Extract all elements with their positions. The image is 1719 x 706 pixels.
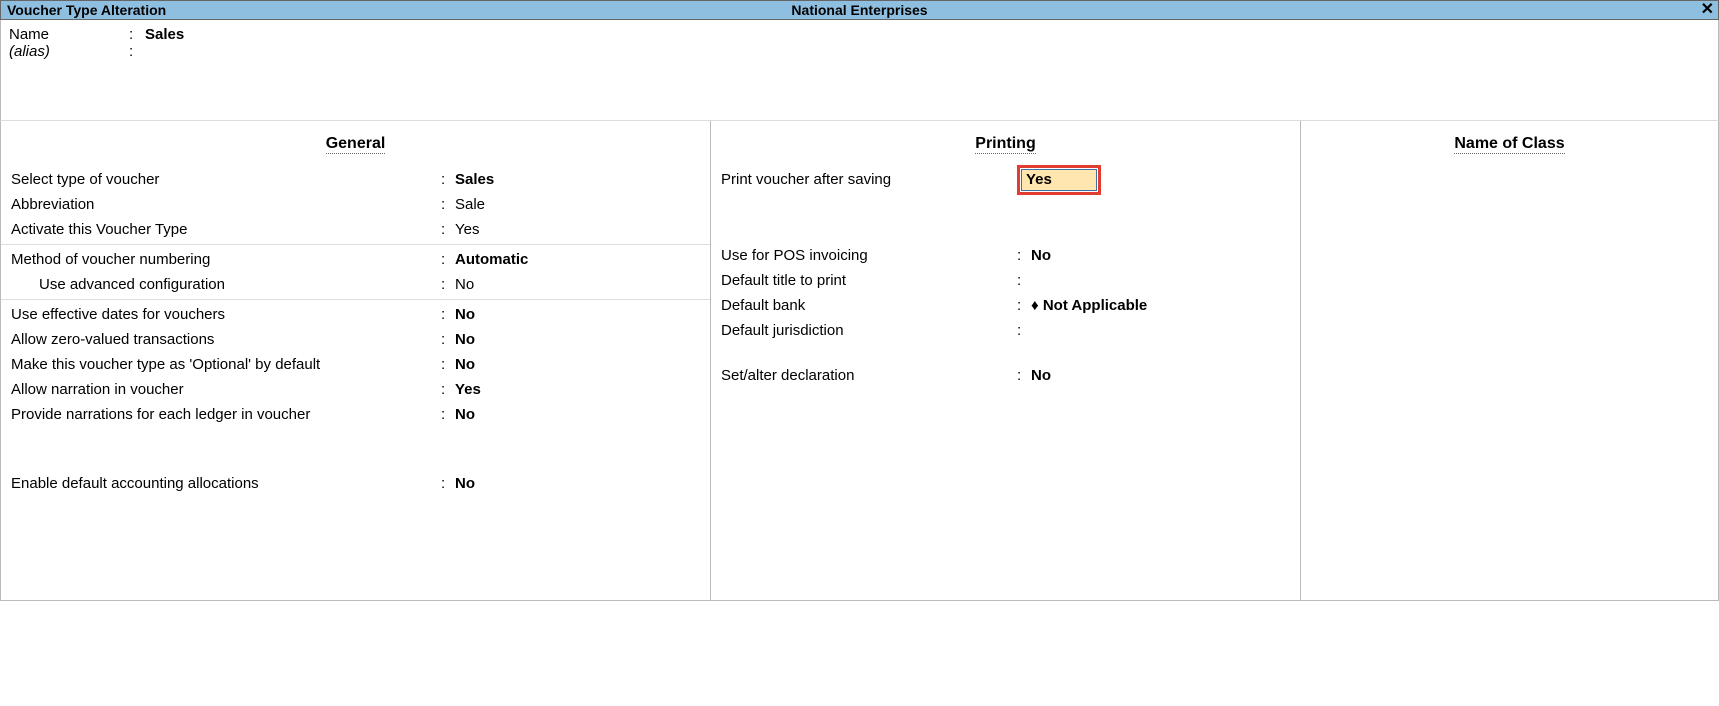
name-value[interactable]: Sales bbox=[145, 26, 184, 43]
narration-row: Allow narration in voucher : Yes bbox=[11, 377, 700, 402]
default-bank-value[interactable]: ♦ Not Applicable bbox=[1031, 297, 1147, 314]
numbering-value[interactable]: Automatic bbox=[455, 251, 528, 268]
optional-value[interactable]: No bbox=[455, 356, 475, 373]
abbreviation-row: Abbreviation : Sale bbox=[11, 192, 700, 217]
jurisdiction-row: Default jurisdiction : bbox=[721, 318, 1290, 343]
declaration-row: Set/alter declaration : No bbox=[721, 363, 1290, 388]
abbreviation-value[interactable]: Sale bbox=[455, 196, 485, 213]
voucher-header: Name : Sales (alias) : bbox=[0, 20, 1719, 121]
narration-value[interactable]: Yes bbox=[455, 381, 481, 398]
activate-row: Activate this Voucher Type : Yes bbox=[11, 217, 700, 242]
declaration-value[interactable]: No bbox=[1031, 367, 1051, 384]
zero-value[interactable]: No bbox=[455, 331, 475, 348]
general-title: General bbox=[11, 135, 700, 153]
advconfig-row: Use advanced configuration : No bbox=[11, 272, 700, 297]
zero-row: Allow zero-valued transactions : No bbox=[11, 327, 700, 352]
optional-row: Make this voucher type as 'Optional' by … bbox=[11, 352, 700, 377]
default-title-row: Default title to print : bbox=[721, 268, 1290, 293]
close-icon[interactable]: ✕ bbox=[1701, 1, 1714, 19]
general-column: General Select type of voucher : Sales A… bbox=[1, 121, 711, 600]
screen-title: Voucher Type Alteration bbox=[1, 2, 166, 18]
effdates-value[interactable]: No bbox=[455, 306, 475, 323]
pos-value[interactable]: No bbox=[1031, 247, 1051, 264]
advconfig-value[interactable]: No bbox=[455, 276, 474, 293]
divider bbox=[1, 299, 710, 300]
pos-row: Use for POS invoicing : No bbox=[721, 243, 1290, 268]
company-name: National Enterprises bbox=[791, 2, 927, 18]
print-after-row: Print voucher after saving Yes bbox=[721, 161, 1290, 199]
effdates-row: Use effective dates for vouchers : No bbox=[11, 302, 700, 327]
activate-value[interactable]: Yes bbox=[455, 221, 479, 238]
alloc-value[interactable]: No bbox=[455, 475, 475, 492]
narration-each-row: Provide narrations for each ledger in vo… bbox=[11, 402, 700, 427]
divider bbox=[1, 244, 710, 245]
alloc-row: Enable default accounting allocations : … bbox=[11, 471, 700, 496]
select-type-row: Select type of voucher : Sales bbox=[11, 167, 700, 192]
class-column: Name of Class bbox=[1301, 121, 1718, 600]
main-columns: General Select type of voucher : Sales A… bbox=[0, 121, 1719, 601]
print-after-highlight: Yes bbox=[1017, 165, 1101, 195]
printing-title: Printing bbox=[721, 135, 1290, 153]
narration-each-value[interactable]: No bbox=[455, 406, 475, 423]
title-bar: Voucher Type Alteration National Enterpr… bbox=[0, 0, 1719, 20]
name-label: Name bbox=[9, 26, 129, 43]
alias-label: (alias) bbox=[9, 43, 129, 60]
select-type-value[interactable]: Sales bbox=[455, 171, 494, 188]
print-after-value[interactable]: Yes bbox=[1021, 169, 1097, 191]
numbering-row: Method of voucher numbering : Automatic bbox=[11, 247, 700, 272]
printing-column: Printing Print voucher after saving Yes … bbox=[711, 121, 1301, 600]
default-bank-row: Default bank : ♦ Not Applicable bbox=[721, 293, 1290, 318]
class-title: Name of Class bbox=[1311, 135, 1708, 153]
